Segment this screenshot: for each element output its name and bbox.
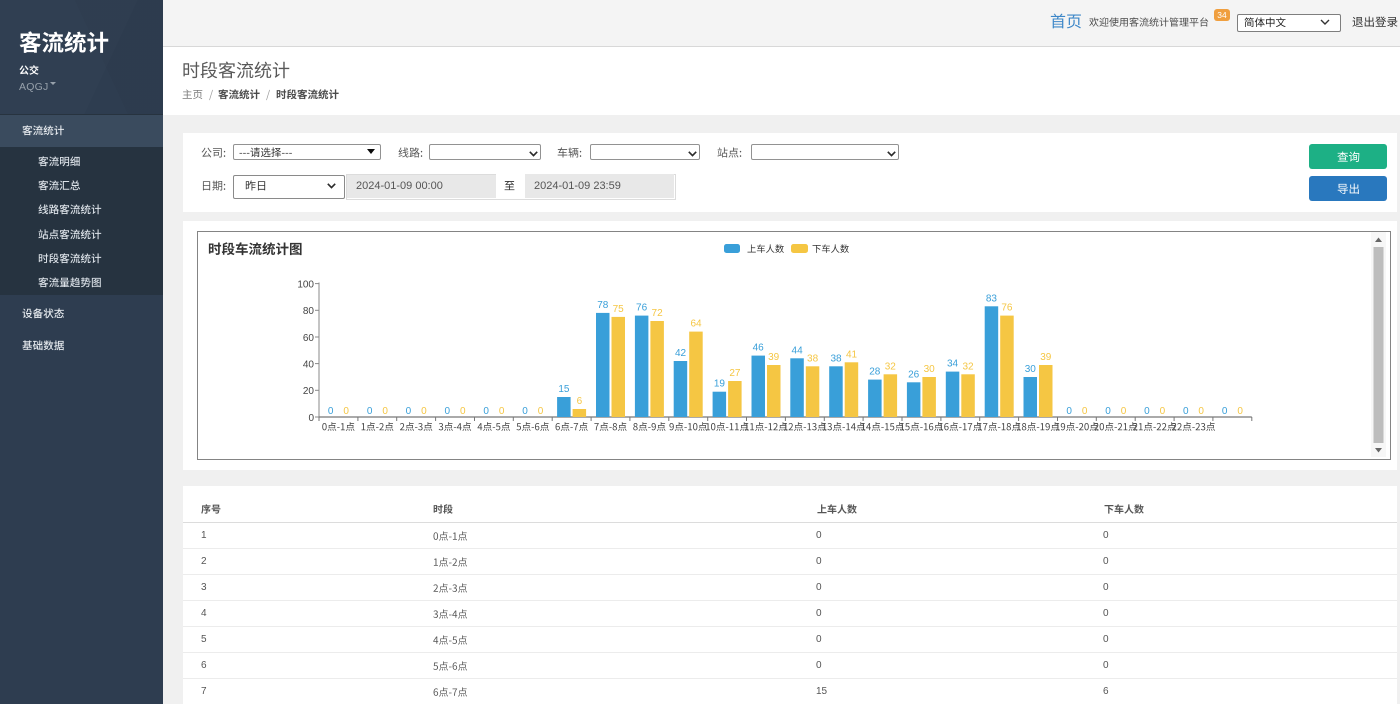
svg-text:26: 26 — [908, 369, 920, 380]
svg-text:0: 0 — [343, 406, 349, 417]
svg-text:0: 0 — [483, 406, 489, 417]
svg-text:0: 0 — [445, 406, 451, 417]
svg-text:6: 6 — [577, 396, 583, 407]
svg-text:80: 80 — [303, 306, 315, 317]
svg-text:28: 28 — [869, 367, 881, 378]
svg-text:39: 39 — [768, 352, 780, 363]
svg-text:0: 0 — [367, 406, 373, 417]
svg-text:34: 34 — [947, 359, 959, 370]
svg-text:0: 0 — [1198, 406, 1204, 417]
svg-text:64: 64 — [690, 319, 702, 330]
svg-text:0: 0 — [406, 406, 412, 417]
svg-text:78: 78 — [597, 300, 609, 311]
svg-text:0: 0 — [1237, 406, 1243, 417]
svg-text:27: 27 — [729, 368, 741, 379]
svg-text:38: 38 — [830, 353, 842, 364]
svg-text:30: 30 — [1025, 364, 1037, 375]
svg-text:0: 0 — [460, 406, 466, 417]
svg-text:42: 42 — [675, 348, 687, 359]
svg-text:75: 75 — [613, 304, 625, 315]
svg-text:0: 0 — [1222, 406, 1228, 417]
svg-text:0: 0 — [1160, 406, 1166, 417]
svg-text:46: 46 — [753, 343, 765, 354]
svg-text:19: 19 — [714, 379, 726, 390]
svg-text:0: 0 — [1183, 406, 1189, 417]
svg-text:40: 40 — [303, 359, 315, 370]
svg-text:0: 0 — [1144, 406, 1150, 417]
svg-text:0: 0 — [1066, 406, 1072, 417]
svg-text:41: 41 — [846, 349, 858, 360]
svg-text:83: 83 — [986, 293, 998, 304]
svg-text:0: 0 — [1082, 406, 1088, 417]
svg-text:0: 0 — [1121, 406, 1127, 417]
svg-text:76: 76 — [1001, 303, 1013, 314]
svg-text:0: 0 — [328, 406, 334, 417]
svg-text:0: 0 — [522, 406, 528, 417]
svg-text:0: 0 — [499, 406, 505, 417]
svg-text:100: 100 — [297, 279, 314, 290]
svg-text:0: 0 — [382, 406, 388, 417]
svg-text:15: 15 — [558, 384, 570, 395]
svg-text:32: 32 — [885, 361, 897, 372]
svg-text:72: 72 — [652, 308, 664, 319]
svg-text:0: 0 — [308, 413, 314, 424]
svg-text:32: 32 — [962, 361, 974, 372]
svg-text:38: 38 — [807, 353, 819, 364]
svg-text:0: 0 — [1105, 406, 1111, 417]
svg-text:30: 30 — [924, 364, 936, 375]
svg-text:76: 76 — [636, 303, 648, 314]
svg-text:60: 60 — [303, 333, 315, 344]
svg-text:39: 39 — [1040, 352, 1052, 363]
svg-text:44: 44 — [792, 345, 804, 356]
svg-text:0: 0 — [421, 406, 427, 417]
svg-text:20: 20 — [303, 386, 315, 397]
svg-text:0: 0 — [538, 406, 544, 417]
